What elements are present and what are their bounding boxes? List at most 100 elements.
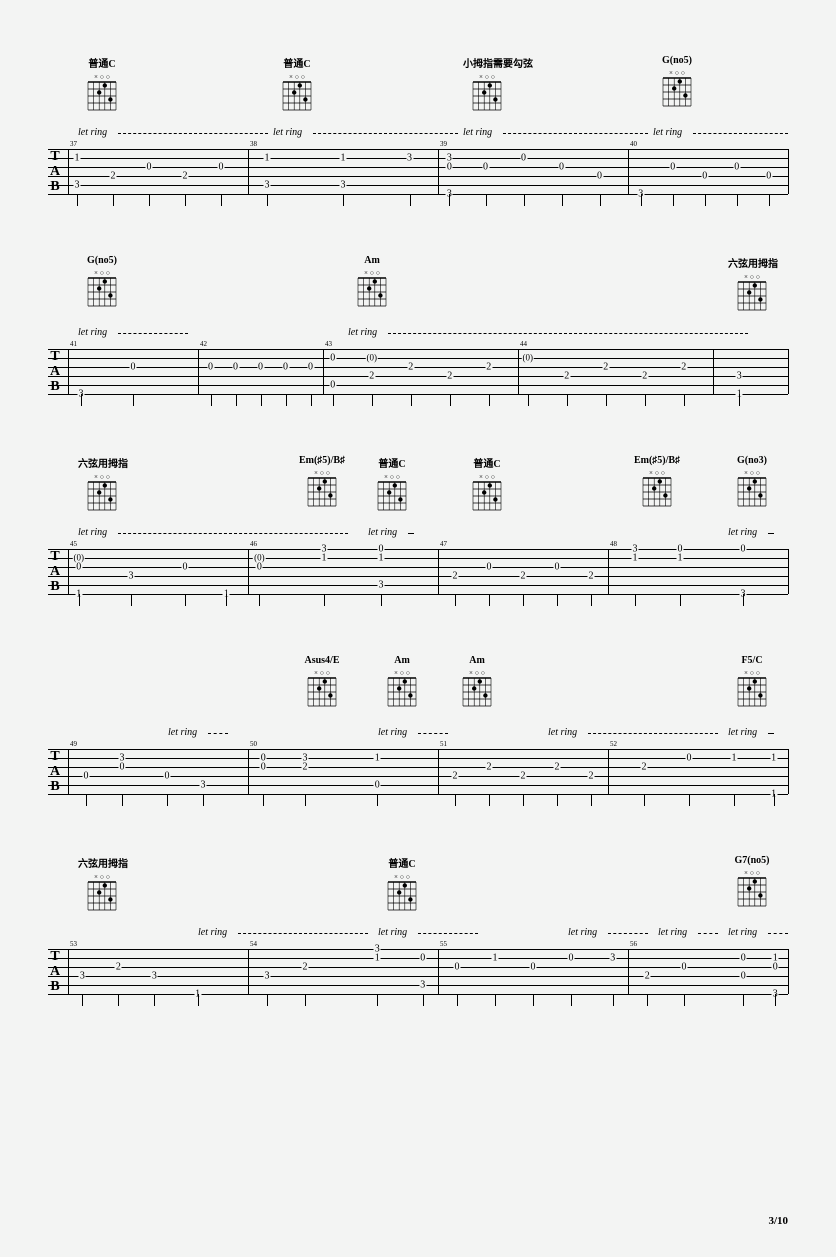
barline <box>788 749 789 794</box>
fret-number: 1 <box>632 554 639 563</box>
svg-text:× ○ ○: × ○ ○ <box>649 469 665 477</box>
let-ring-dash <box>238 933 368 934</box>
svg-text:× ○ ○: × ○ ○ <box>394 873 410 881</box>
chord-name: Em(♯5)/B♯ <box>298 455 346 466</box>
note-stem <box>774 794 775 806</box>
chord-row: G(no5)× ○ ○Am× ○ ○六弦用拇指× ○ ○ <box>48 255 788 327</box>
barline <box>68 149 69 194</box>
note-stem <box>600 194 601 206</box>
let-ring-dash <box>693 133 788 134</box>
fret-number: 0 <box>329 381 336 390</box>
chord-name: 普通C <box>368 455 416 470</box>
note-stem <box>236 394 237 406</box>
fretboard-icon: × ○ ○ <box>640 468 674 508</box>
barline <box>518 349 519 394</box>
chord-diagram: 普通C× ○ ○ <box>463 455 511 512</box>
fret-number: 0 <box>554 563 561 572</box>
note-stem <box>737 194 738 206</box>
fret-number: 3 <box>74 181 81 190</box>
fret-number: 0 <box>83 772 90 781</box>
tab-clef: TAB <box>50 749 60 794</box>
fret-number: 1 <box>374 754 381 763</box>
note-stem <box>410 194 411 206</box>
fret-number: 2 <box>602 363 609 372</box>
chord-row: 六弦用拇指× ○ ○普通C× ○ ○G7(no5)× ○ ○ <box>48 855 788 927</box>
measure-number: 50 <box>250 740 257 748</box>
chord-diagram: 普通C× ○ ○ <box>378 855 426 912</box>
measure-number: 38 <box>250 140 257 148</box>
barline <box>68 749 69 794</box>
fret-number: 3 <box>264 181 271 190</box>
fret-number: 0 <box>119 763 126 772</box>
note-stem <box>185 194 186 206</box>
note-stem <box>557 594 558 606</box>
fret-number: 2 <box>110 172 117 181</box>
fret-number: 1 <box>74 154 81 163</box>
svg-text:× ○ ○: × ○ ○ <box>314 469 330 477</box>
let-ring-label: let ring <box>78 127 107 138</box>
barline <box>788 349 789 394</box>
chord-name: Am <box>453 655 501 666</box>
chord-diagram: 六弦用拇指× ○ ○ <box>728 255 776 312</box>
fret-number: 0 <box>765 172 772 181</box>
let-ring-dash <box>768 733 774 734</box>
tab-clef: TAB <box>50 949 60 994</box>
fret-number: 3 <box>340 181 347 190</box>
svg-text:× ○ ○: × ○ ○ <box>669 69 685 77</box>
barline <box>198 349 199 394</box>
barline <box>608 549 609 594</box>
fret-number: 0 <box>164 772 171 781</box>
fret-number: 1 <box>492 954 499 963</box>
note-stem <box>557 794 558 806</box>
tab-clef: TAB <box>50 149 60 194</box>
note-stem <box>286 394 287 406</box>
note-stem <box>149 194 150 206</box>
barline <box>248 549 249 594</box>
fret-number: 3 <box>609 954 616 963</box>
note-stem <box>734 794 735 806</box>
fret-number: 2 <box>302 963 309 972</box>
note-stem <box>489 594 490 606</box>
let-ring-dash <box>208 733 228 734</box>
fretboard-icon: × ○ ○ <box>375 472 409 512</box>
let-ring-dash <box>418 933 478 934</box>
note-stem <box>311 394 312 406</box>
let-ring-label: let ring <box>728 927 757 938</box>
svg-text:× ○ ○: × ○ ○ <box>744 469 760 477</box>
fretboard-icon: × ○ ○ <box>470 72 504 112</box>
fretboard-icon: × ○ ○ <box>460 668 494 708</box>
svg-text:× ○ ○: × ○ ○ <box>744 669 760 677</box>
note-stem <box>261 394 262 406</box>
chord-diagram: Asus4/E× ○ ○ <box>298 655 346 708</box>
tab-staff: TAB3738394013202013133303000030000 <box>48 141 788 201</box>
fret-number: 3 <box>151 972 158 981</box>
fret-number: 0 <box>740 972 747 981</box>
note-stem <box>226 594 227 606</box>
fret-number: 2 <box>520 772 527 781</box>
fret-number: 0 <box>772 963 779 972</box>
tab-staff: TAB495051520300300320102222220111 <box>48 741 788 801</box>
let-ring-label: let ring <box>348 327 377 338</box>
svg-text:× ○ ○: × ○ ○ <box>94 473 110 481</box>
chord-name: G(no5) <box>78 255 126 266</box>
note-stem <box>333 394 334 406</box>
measure-number: 44 <box>520 340 527 348</box>
note-stem <box>324 594 325 606</box>
fret-number: 0 <box>329 354 336 363</box>
fret-number: (0) <box>366 354 379 363</box>
fret-number: 0 <box>146 163 153 172</box>
chord-row: 六弦用拇指× ○ ○Em(♯5)/B♯× ○ ○普通C× ○ ○普通C× ○ ○… <box>48 455 788 527</box>
measure-number: 51 <box>440 740 447 748</box>
letring-row: let ringlet ringlet ringlet ring <box>48 127 788 141</box>
fret-number: 0 <box>740 545 747 554</box>
measure-number: 53 <box>70 940 77 948</box>
note-stem <box>221 194 222 206</box>
barline <box>68 949 69 994</box>
let-ring-label: let ring <box>548 727 577 738</box>
fret-number: 1 <box>770 754 777 763</box>
tab-system: Asus4/E× ○ ○Am× ○ ○Am× ○ ○F5/C× ○ ○let r… <box>48 655 788 801</box>
note-stem <box>131 594 132 606</box>
note-stem <box>113 194 114 206</box>
svg-text:× ○ ○: × ○ ○ <box>364 269 380 277</box>
fret-number: 0 <box>218 163 225 172</box>
